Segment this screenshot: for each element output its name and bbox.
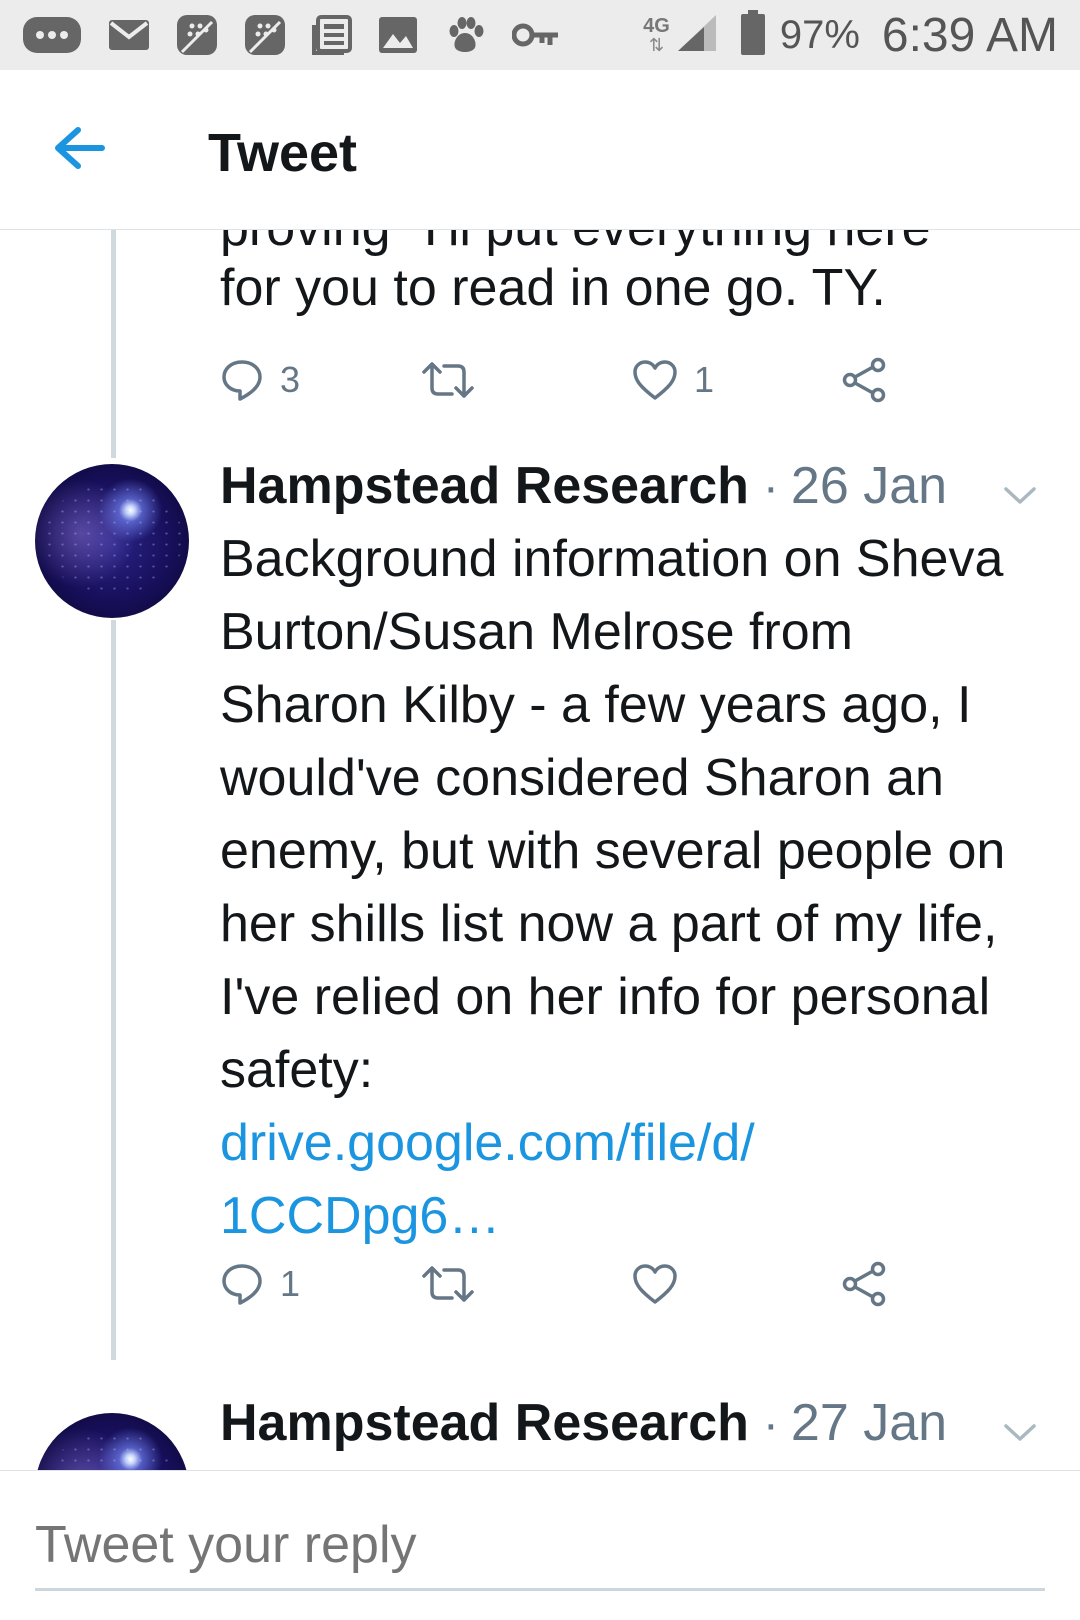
tweet-text: for you to read in one go. TY. (220, 259, 886, 317)
blackberry-icon (176, 15, 218, 55)
like-count: 1 (694, 359, 715, 400)
paw-icon (444, 15, 486, 55)
author-name[interactable]: Hampstead Research (220, 456, 749, 516)
like-button[interactable] (632, 1254, 694, 1314)
tweet-date[interactable]: 26 Jan (791, 456, 947, 516)
share-button[interactable] (840, 1254, 888, 1314)
battery-icon (740, 9, 766, 61)
reply-input[interactable] (35, 1511, 1045, 1591)
signal-icon (676, 13, 718, 58)
more-icon (22, 15, 82, 55)
battery-percent: 97% (779, 12, 860, 57)
status-right: 4G ⇅ 97% 6:39 AM (643, 6, 1058, 64)
retweet-icon (422, 1266, 474, 1302)
heart-icon (633, 1264, 677, 1304)
tweet-header: Hampstead Research · 27 Jan (220, 1393, 947, 1463)
chevron-down-icon[interactable] (1000, 480, 1040, 510)
separator: · (762, 1398, 779, 1451)
reply-count: 3 (280, 359, 301, 400)
reply-icon (222, 1264, 262, 1305)
reply-button[interactable]: 3 (220, 350, 300, 410)
share-icon (842, 357, 886, 403)
tweet-link[interactable]: drive.google.com/file/d/1CCDpg6… (220, 1107, 1010, 1253)
tweet-date[interactable]: 27 Jan (791, 1393, 947, 1453)
tweet-actions: 1 (220, 1254, 920, 1314)
tweet-actions: 3 1 (220, 350, 920, 410)
network-type: 4G (643, 15, 670, 37)
avatar[interactable] (35, 464, 189, 618)
key-icon (512, 15, 560, 55)
author-name[interactable]: Hampstead Research (220, 1393, 749, 1453)
heart-icon (633, 360, 677, 400)
avatar[interactable] (35, 1413, 189, 1470)
news-icon (312, 15, 352, 55)
reply-icon (222, 360, 262, 401)
reply-bar (0, 1470, 1080, 1620)
reply-button[interactable]: 1 (220, 1254, 300, 1314)
reply-count: 1 (280, 1263, 301, 1304)
notification-icons (22, 12, 586, 58)
status-bar: 4G ⇅ 97% 6:39 AM (0, 0, 1080, 70)
blackberry-icon (244, 15, 286, 55)
thread-line (111, 230, 116, 458)
app-header: Tweet (0, 70, 1080, 230)
back-button[interactable] (50, 122, 110, 174)
like-button[interactable]: 1 (632, 350, 714, 410)
tweet-text: Background information on Sheva Burton/S… (220, 523, 1010, 1253)
thread-line (111, 620, 116, 1360)
share-button[interactable] (840, 350, 888, 410)
tweet-body: Background information on Sheva Burton/S… (220, 530, 1006, 1099)
clock: 6:39 AM (881, 8, 1058, 62)
chevron-down-icon[interactable] (1000, 1417, 1040, 1447)
page-title: Tweet (208, 123, 358, 183)
arrow-left-icon (55, 127, 105, 169)
network-4g-lte-icon: 4G ⇅ (643, 15, 670, 55)
image-icon (378, 15, 418, 55)
retweet-button[interactable] (420, 1254, 492, 1314)
tweet-thread: proving "I'll put everything here for yo… (0, 230, 1080, 1470)
mail-icon (108, 15, 150, 55)
share-icon (842, 1261, 886, 1307)
retweet-button[interactable] (420, 350, 492, 410)
tweet-header: Hampstead Research · 26 Jan (220, 456, 947, 526)
retweet-icon (422, 362, 474, 398)
separator: · (762, 461, 779, 514)
